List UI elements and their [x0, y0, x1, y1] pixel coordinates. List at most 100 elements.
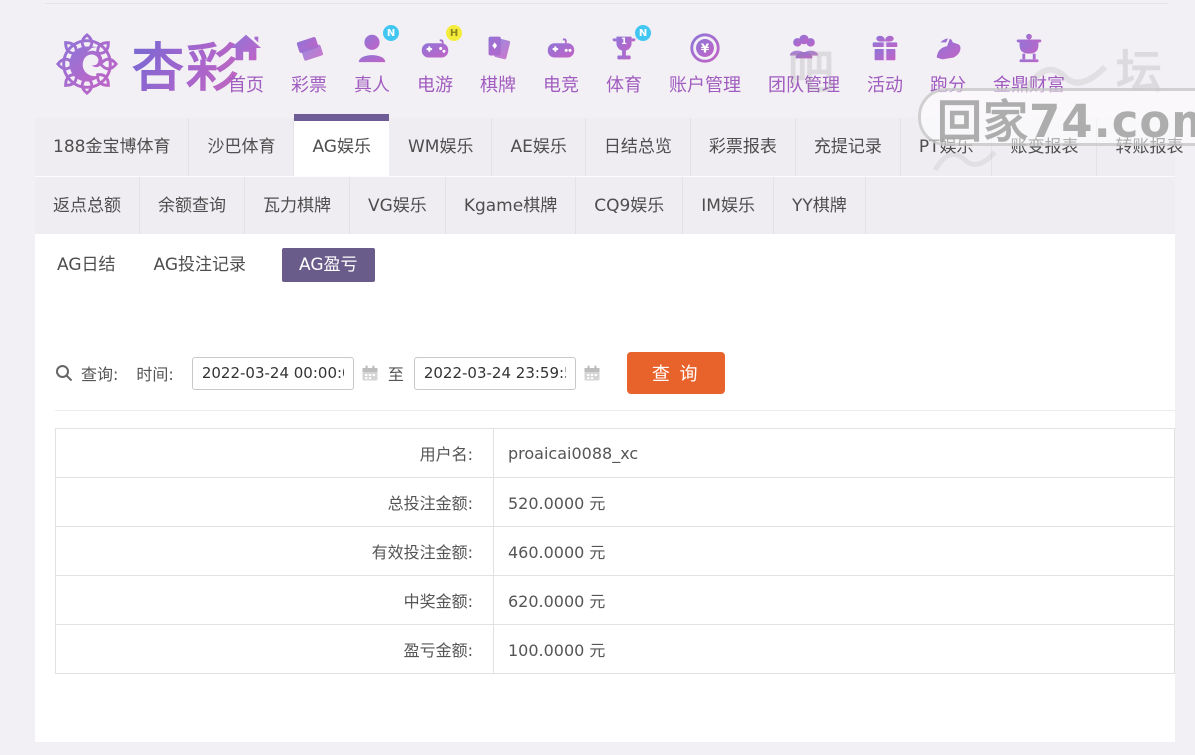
report-tab[interactable]: CQ9娱乐 — [576, 177, 683, 234]
nav-item-label: 跑分 — [930, 71, 966, 97]
team-icon — [786, 30, 822, 66]
report-row: 有效投注金额: 460.0000 元 — [56, 527, 1175, 576]
nav-item-label: 账户管理 — [669, 71, 741, 97]
nav-item-2[interactable]: 彩票 — [291, 30, 327, 97]
time-label: 时间: — [136, 361, 173, 385]
nav-item-4[interactable]: H 电游 — [417, 30, 453, 97]
nav-item-label: 电竞 — [543, 71, 579, 97]
report-row-label: 盈亏金额: — [56, 625, 494, 674]
report-row-value: 100.0000 元 — [494, 625, 1175, 674]
report-row: 盈亏金额: 100.0000 元 — [56, 625, 1175, 674]
wealth-urn-icon — [1011, 30, 1047, 66]
gamepad-icon: H — [417, 30, 453, 66]
live-person-icon: N — [354, 30, 390, 66]
nav-badge-new: N — [635, 25, 651, 41]
report-row-label: 用户名: — [56, 429, 494, 478]
nav-item-label: 金鼎财富 — [993, 71, 1065, 97]
nav-item-1[interactable]: 首页 — [228, 30, 264, 97]
home-icon — [228, 30, 264, 66]
report-tab[interactable]: AE娱乐 — [492, 118, 585, 176]
report-tab[interactable]: 彩票报表 — [691, 118, 796, 176]
main-nav: 首页 彩票 N 真人 H 电游 棋牌 电竞 1N 体育 ¥ 账户管理 团队管理 … — [228, 30, 1065, 97]
report-tab[interactable]: 返点总额 — [35, 177, 140, 234]
report-tab[interactable]: 转账报表 — [1097, 118, 1195, 176]
ag-subtab[interactable]: AG盈亏 — [282, 248, 375, 282]
nav-item-label: 电游 — [417, 71, 453, 97]
to-label: 至 — [388, 361, 404, 385]
report-row-value: 620.0000 元 — [494, 576, 1175, 625]
nav-item-10[interactable]: 活动 — [867, 30, 903, 97]
nav-badge-hot: H — [446, 25, 462, 41]
logo-flower-icon — [52, 29, 122, 99]
ag-subtab[interactable]: AG日结 — [55, 248, 118, 282]
horse-icon — [930, 30, 966, 66]
svg-text:¥: ¥ — [701, 41, 710, 55]
brand-logo[interactable]: 杏彩 — [52, 26, 240, 101]
nav-item-label: 彩票 — [291, 71, 327, 97]
report-tab[interactable]: 充提记录 — [796, 118, 901, 176]
esports-icon — [543, 30, 579, 66]
trophy-icon: 1N — [606, 30, 642, 66]
report-tab[interactable]: 沙巴体育 — [189, 118, 294, 176]
report-tab[interactable]: 日结总览 — [586, 118, 691, 176]
calendar-icon[interactable] — [361, 364, 379, 382]
report-tab[interactable]: 账变报表 — [992, 118, 1097, 176]
report-tab[interactable]: YY棋牌 — [774, 177, 866, 234]
brand-name: 杏彩 — [132, 26, 240, 101]
report-row-value: 460.0000 元 — [494, 527, 1175, 576]
report-tabbar: 188金宝博体育沙巴体育AG娱乐WM娱乐AE娱乐日结总览彩票报表充提记录PT娱乐… — [35, 118, 1175, 234]
ag-subtab[interactable]: AG投注记录 — [152, 248, 249, 282]
report-tab[interactable]: AG娱乐 — [294, 118, 390, 176]
cards-icon — [480, 30, 516, 66]
nav-item-9[interactable]: 团队管理 — [768, 30, 840, 97]
end-datetime-input[interactable] — [414, 357, 576, 390]
search-icon — [55, 364, 73, 382]
svg-text:1: 1 — [621, 37, 627, 47]
ag-subtabs: AG日结 AG投注记录 AG盈亏 — [35, 234, 1175, 282]
lottery-ticket-icon — [291, 30, 327, 66]
report-row-value: 520.0000 元 — [494, 478, 1175, 527]
header-top-divider — [45, 3, 1168, 4]
nav-item-6[interactable]: 电竞 — [543, 30, 579, 97]
query-button[interactable]: 查 询 — [627, 352, 725, 394]
search-toolbar: 查询: 时间: 至 查 询 — [55, 352, 1175, 411]
report-row-label: 中奖金额: — [56, 576, 494, 625]
gift-icon — [867, 30, 903, 66]
nav-item-label: 棋牌 — [480, 71, 516, 97]
report-row-value: proaicai0088_xc — [494, 429, 1175, 478]
nav-item-label: 活动 — [867, 71, 903, 97]
report-row: 中奖金额: 620.0000 元 — [56, 576, 1175, 625]
nav-item-11[interactable]: 跑分 — [930, 30, 966, 97]
profit-report-table: 用户名: proaicai0088_xc 总投注金额: 520.0000 元 有… — [55, 428, 1175, 674]
report-tab[interactable]: IM娱乐 — [683, 177, 774, 234]
nav-item-label: 首页 — [228, 71, 264, 97]
report-row-label: 总投注金额: — [56, 478, 494, 527]
report-tab[interactable]: VG娱乐 — [350, 177, 446, 234]
nav-badge-new: N — [383, 25, 399, 41]
nav-item-7[interactable]: 1N 体育 — [606, 30, 642, 97]
nav-item-8[interactable]: ¥ 账户管理 — [669, 30, 741, 97]
nav-item-5[interactable]: 棋牌 — [480, 30, 516, 97]
tab-row-2: 返点总额余额查询瓦力棋牌VG娱乐Kgame棋牌CQ9娱乐IM娱乐YY棋牌 — [35, 176, 1175, 234]
report-row: 用户名: proaicai0088_xc — [56, 429, 1175, 478]
nav-item-label: 团队管理 — [768, 71, 840, 97]
report-tab[interactable]: 瓦力棋牌 — [245, 177, 350, 234]
nav-item-3[interactable]: N 真人 — [354, 30, 390, 97]
content-panel: AG日结 AG投注记录 AG盈亏 查询: 时间: 至 — [35, 234, 1175, 742]
tab-row-1: 188金宝博体育沙巴体育AG娱乐WM娱乐AE娱乐日结总览彩票报表充提记录PT娱乐… — [35, 118, 1175, 176]
report-tab[interactable]: PT娱乐 — [901, 118, 993, 176]
start-datetime-input[interactable] — [192, 357, 354, 390]
report-row: 总投注金额: 520.0000 元 — [56, 478, 1175, 527]
nav-item-12[interactable]: 金鼎财富 — [993, 30, 1065, 97]
report-tab[interactable]: WM娱乐 — [390, 118, 492, 176]
nav-item-label: 真人 — [354, 71, 390, 97]
yuan-coin-icon: ¥ — [687, 30, 723, 66]
report-tab[interactable]: Kgame棋牌 — [446, 177, 576, 234]
report-tab[interactable]: 余额查询 — [140, 177, 245, 234]
nav-item-label: 体育 — [606, 71, 642, 97]
report-row-label: 有效投注金额: — [56, 527, 494, 576]
query-label: 查询: — [81, 361, 118, 385]
report-tab[interactable]: 188金宝博体育 — [35, 118, 189, 176]
calendar-icon[interactable] — [583, 364, 601, 382]
header: 杏彩 首页 彩票 N 真人 H 电游 棋牌 电竞 1N 体育 ¥ 账户管理 团队… — [0, 8, 1195, 118]
